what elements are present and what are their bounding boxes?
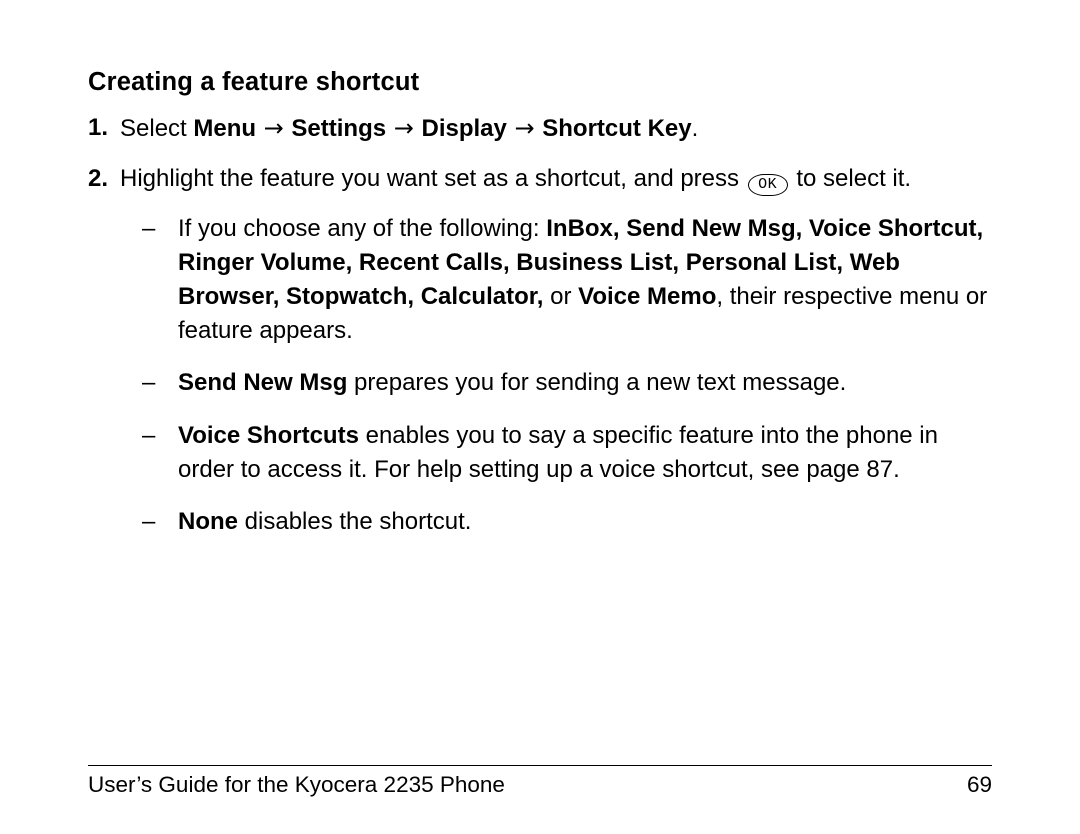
step-body: Highlight the feature you want set as a … <box>120 162 992 557</box>
document-page: Creating a feature shortcut 1. Select Me… <box>0 0 1080 834</box>
step-number: 2. <box>88 162 120 557</box>
menu-path-item: Shortcut Key <box>542 115 691 142</box>
dash-icon: – <box>142 505 178 539</box>
arrow-icon: → <box>386 114 421 142</box>
text: If you choose any of the following: <box>178 215 546 242</box>
dash-icon: – <box>142 212 178 348</box>
arrow-icon: → <box>256 114 291 142</box>
text: or <box>543 283 578 310</box>
dash-icon: – <box>142 419 178 487</box>
list-body: None disables the shortcut. <box>178 505 992 539</box>
text: to select it. <box>790 165 911 192</box>
step-2: 2. Highlight the feature you want set as… <box>88 162 992 557</box>
text: . <box>692 115 699 142</box>
text: Highlight the feature you want set as a … <box>120 165 746 192</box>
step-1: 1. Select Menu → Settings → Display → Sh… <box>88 111 992 146</box>
feature-name: Voice Memo <box>578 283 716 310</box>
menu-path-item: Settings <box>291 115 386 142</box>
list-item: – Voice Shortcuts enables you to say a s… <box>120 419 992 487</box>
list-item: – Send New Msg prepares you for sending … <box>120 366 992 400</box>
arrow-icon: → <box>507 114 542 142</box>
text: disables the shortcut. <box>238 508 471 535</box>
list-item: – If you choose any of the following: In… <box>120 212 992 348</box>
list-body: Voice Shortcuts enables you to say a spe… <box>178 419 992 487</box>
section-heading: Creating a feature shortcut <box>88 68 992 97</box>
sub-bullet-list: – If you choose any of the following: In… <box>120 212 992 539</box>
step-number: 1. <box>88 111 120 146</box>
text: prepares you for sending a new text mess… <box>347 369 846 396</box>
step-body: Select Menu → Settings → Display → Short… <box>120 111 992 146</box>
menu-path-item: Display <box>421 115 506 142</box>
menu-path-item: Menu <box>193 115 256 142</box>
feature-name: Send New Msg <box>178 369 347 396</box>
page-number: 69 <box>967 772 992 798</box>
list-body: If you choose any of the following: InBo… <box>178 212 992 348</box>
footer-title: User’s Guide for the Kyocera 2235 Phone <box>88 772 505 798</box>
list-item: – None disables the shortcut. <box>120 505 992 539</box>
text: Select <box>120 115 193 142</box>
ok-button-icon: OK <box>748 174 788 196</box>
list-body: Send New Msg prepares you for sending a … <box>178 366 992 400</box>
dash-icon: – <box>142 366 178 400</box>
footer-divider <box>88 765 992 766</box>
page-footer: User’s Guide for the Kyocera 2235 Phone … <box>88 765 992 798</box>
feature-name: None <box>178 508 238 535</box>
feature-name: Voice Shortcuts <box>178 422 359 449</box>
